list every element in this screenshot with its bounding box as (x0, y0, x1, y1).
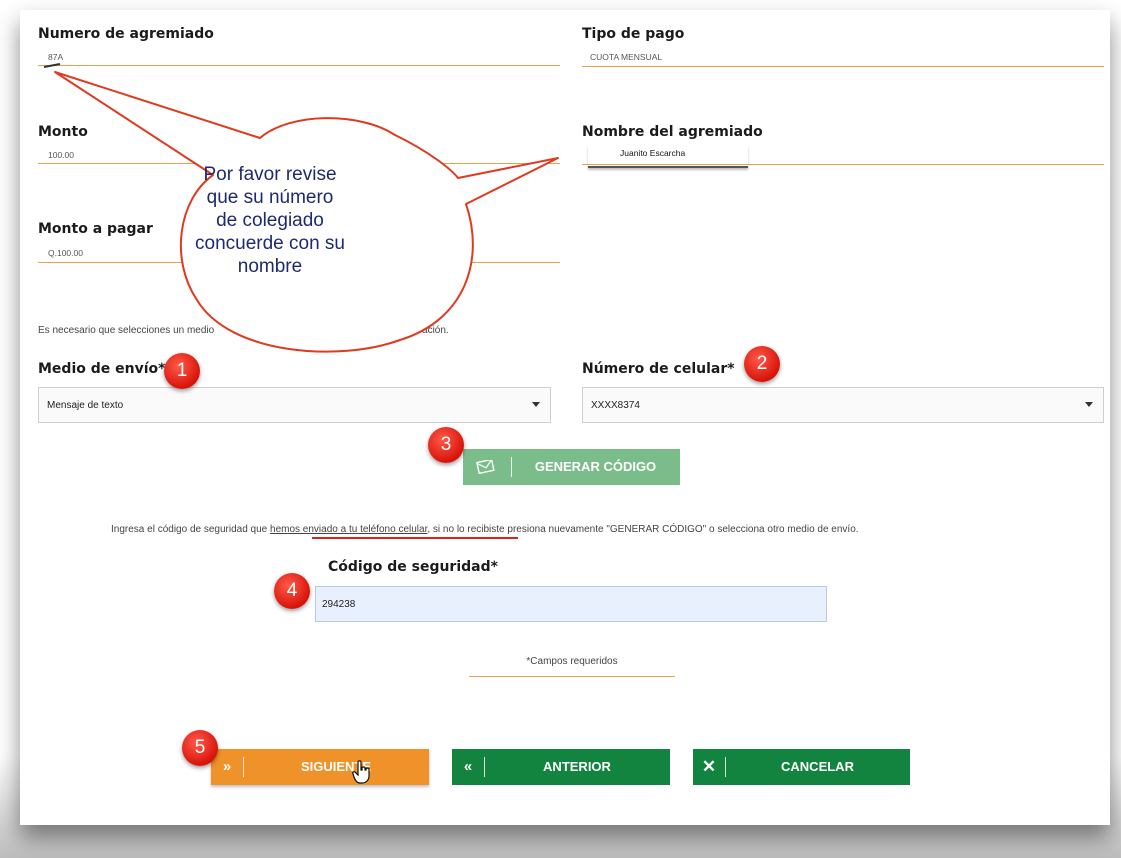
instruction-highlight: hemos enviado a tu teléfono celular (270, 524, 428, 535)
screenshot-background: Numero de agremiado 87A Tipo de pago CUO… (0, 0, 1121, 858)
envelope-icon (469, 449, 501, 485)
delivery-method-label: Medio de envío* (38, 361, 166, 377)
previous-button-label: ANTERIOR (543, 759, 611, 774)
delivery-method-value: Mensaje de texto (47, 400, 124, 411)
cancel-button-label: CANCELAR (781, 759, 854, 774)
hand-cursor-icon (352, 760, 372, 788)
cellphone-label: Número de celular* (582, 361, 735, 377)
next-button[interactable]: » SIGUIENTE (211, 749, 429, 785)
cellphone-select[interactable]: XXXX8374 (582, 387, 1104, 423)
step-badge-5: 5 (182, 730, 218, 766)
generate-code-label: GENERAR CÓDIGO (534, 459, 657, 474)
cancel-button[interactable]: ✕ CANCELAR (693, 749, 910, 785)
instruction-before: Ingresa el código de seguridad que (111, 524, 271, 535)
step-badge-3: 3 (428, 427, 464, 463)
next-button-label: SIGUIENTE (300, 759, 372, 774)
highlight-red-underline (312, 537, 518, 539)
security-code-value: 294238 (322, 599, 356, 610)
required-fields-note: *Campos requeridos (526, 656, 618, 667)
required-note-underline (469, 676, 675, 677)
step-badge-4: 4 (274, 573, 310, 609)
callout-bubble (43, 63, 559, 353)
cellphone-value: XXXX8374 (591, 400, 640, 411)
delivery-method-select[interactable]: Mensaje de texto (38, 387, 551, 423)
chevron-down-icon (532, 402, 540, 407)
security-code-instruction: Ingresa el código de seguridad que hemos… (111, 524, 1111, 535)
callout-text: Por favor revise que su número de colegi… (195, 164, 345, 277)
step-badge-1: 1 (164, 353, 200, 389)
close-icon: ✕ (701, 757, 717, 776)
chevron-down-icon (1085, 402, 1093, 407)
double-chevron-left-icon: « (463, 758, 473, 775)
instruction-after: , si no lo recibiste presiona nuevamente… (427, 524, 859, 535)
generate-code-button[interactable]: GENERAR CÓDIGO (463, 449, 680, 485)
security-code-label: Código de seguridad* (328, 559, 498, 575)
step-badge-2: 2 (744, 346, 780, 382)
security-code-input[interactable]: 294238 (315, 586, 827, 622)
previous-button[interactable]: « ANTERIOR (452, 749, 670, 785)
